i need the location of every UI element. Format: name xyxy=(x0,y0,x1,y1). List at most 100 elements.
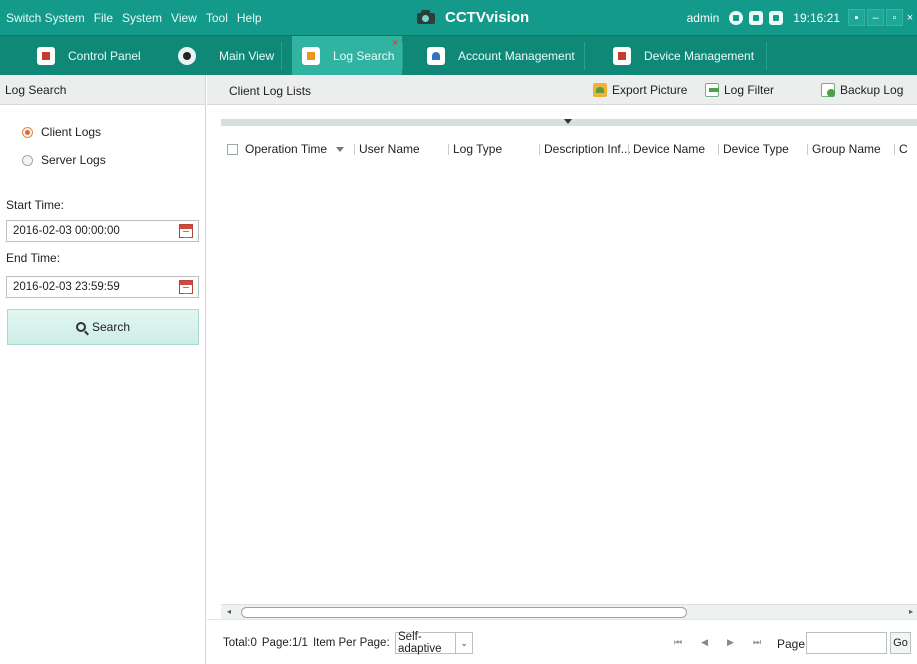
end-time-label: End Time: xyxy=(6,251,61,265)
calendar-icon xyxy=(769,10,784,25)
device-icon xyxy=(613,47,631,65)
tab-label: Main View xyxy=(219,49,275,63)
horizontal-scrollbar[interactable]: ◂ ▸ xyxy=(221,604,917,619)
client-logs-option[interactable]: Client Logs xyxy=(22,125,101,139)
filter-icon xyxy=(705,83,719,97)
export-picture-button[interactable]: Export Picture xyxy=(593,82,687,98)
start-time-value: 2016-02-03 00:00:00 xyxy=(13,225,120,237)
search-button[interactable]: Search xyxy=(7,309,199,345)
items-per-page-value: Self-adaptive xyxy=(396,631,457,655)
menu-help[interactable]: Help xyxy=(237,11,262,25)
page-label: Page xyxy=(777,637,806,651)
tab-label: Log Search xyxy=(333,49,395,63)
page-indicator: Page:1/1 xyxy=(261,637,308,649)
menu-bar: Switch System File System View Tool Help xyxy=(0,0,264,35)
menu-file[interactable]: File xyxy=(94,11,113,25)
title-bar: Switch System File System View Tool Help… xyxy=(0,0,917,35)
collapse-arrow-icon[interactable] xyxy=(564,119,572,124)
log-filter-button[interactable]: Log Filter xyxy=(705,82,774,98)
column-description[interactable]: Description Inf... xyxy=(539,142,631,156)
network-icon xyxy=(729,10,744,25)
calendar-icon[interactable] xyxy=(179,224,193,238)
close-button[interactable]: × xyxy=(905,9,915,26)
camera-logo-icon xyxy=(415,9,437,26)
option-label: Server Logs xyxy=(41,153,106,167)
filter-label: Log Filter xyxy=(724,83,775,97)
pager-controls: ⏮ ◀ ▶ ⏭ xyxy=(674,637,780,648)
brand-name: CCTVvision xyxy=(445,9,530,26)
last-page-icon[interactable]: ⏭ xyxy=(753,637,761,648)
column-log-type[interactable]: Log Type xyxy=(448,142,502,156)
server-logs-option[interactable]: Server Logs xyxy=(22,153,106,167)
module-tab-bar: Control Panel Main View Log Search × Acc… xyxy=(0,35,917,76)
status-area: admin 19:16:21 ▪ – ▫ × xyxy=(687,0,917,35)
next-page-icon[interactable]: ▶ xyxy=(727,637,734,648)
items-per-page-label: Item Per Page: xyxy=(312,637,390,649)
search-button-label: Search xyxy=(91,320,131,334)
column-user-name[interactable]: User Name xyxy=(354,142,420,156)
pagination-footer: Total:0 Page:1/1 Item Per Page: Self-ada… xyxy=(207,619,917,664)
menu-switch-system[interactable]: Switch System xyxy=(6,11,85,25)
tab-close-icon[interactable]: × xyxy=(392,38,398,49)
current-user: admin xyxy=(686,10,720,25)
backup-label: Backup Log xyxy=(840,83,904,97)
end-time-value: 2016-02-03 23:59:59 xyxy=(13,281,120,293)
tab-main-view[interactable]: Main View xyxy=(172,36,282,76)
tab-device-management[interactable]: Device Management xyxy=(596,36,766,76)
scroll-left-icon[interactable]: ◂ xyxy=(227,607,231,616)
first-page-icon[interactable]: ⏮ xyxy=(674,637,682,648)
select-all-checkbox[interactable] xyxy=(227,144,238,155)
scroll-right-icon[interactable]: ▸ xyxy=(909,607,913,616)
menu-system[interactable]: System xyxy=(122,11,162,25)
left-panel: Log Search Client Logs Server Logs Start… xyxy=(0,75,206,664)
sort-desc-icon[interactable] xyxy=(336,147,344,152)
panel-title: Log Search xyxy=(0,75,205,105)
export-label: Export Picture xyxy=(612,83,688,97)
end-time-field[interactable]: 2016-02-03 23:59:59 xyxy=(6,276,199,298)
radio-icon[interactable] xyxy=(22,154,33,166)
tab-label: Device Management xyxy=(644,49,755,63)
table-header: Operation Time User Name Log Type Descri… xyxy=(221,126,917,172)
lock-button[interactable]: ▪ xyxy=(848,9,865,26)
cpu-icon xyxy=(749,10,764,25)
start-time-label: Start Time: xyxy=(6,198,65,212)
column-device-type[interactable]: Device Type xyxy=(718,142,789,156)
calendar-icon[interactable] xyxy=(179,280,193,294)
maximize-button[interactable]: ▫ xyxy=(886,9,903,26)
column-group-name[interactable]: Group Name xyxy=(807,142,881,156)
list-title: Client Log Lists xyxy=(229,84,312,98)
main-header: Client Log Lists Export Picture Log Filt… xyxy=(207,75,917,105)
tab-log-search[interactable]: Log Search × xyxy=(292,36,402,76)
main-panel: Client Log Lists Export Picture Log Filt… xyxy=(207,75,917,664)
total-count: Total:0 xyxy=(223,637,257,649)
start-time-field[interactable]: 2016-02-03 00:00:00 xyxy=(6,220,199,242)
tab-label: Account Management xyxy=(458,49,575,63)
column-operation-time[interactable]: Operation Time xyxy=(245,142,327,156)
radio-selected-icon[interactable] xyxy=(22,126,33,138)
backup-log-button[interactable]: Backup Log xyxy=(821,82,903,98)
go-button[interactable]: Go xyxy=(890,632,911,654)
chevron-down-icon[interactable]: ⌄ xyxy=(456,638,472,649)
page-number-input[interactable] xyxy=(806,632,887,654)
items-per-page-select[interactable]: Self-adaptive ⌄ xyxy=(395,631,473,655)
prev-page-icon[interactable]: ◀ xyxy=(701,637,708,648)
menu-view[interactable]: View xyxy=(171,11,197,25)
column-truncated[interactable]: C xyxy=(894,142,908,156)
camera-icon xyxy=(178,47,196,65)
tab-label: Control Panel xyxy=(68,49,141,63)
backup-icon xyxy=(821,83,835,97)
home-icon xyxy=(37,47,55,65)
picture-icon xyxy=(593,83,607,97)
scroll-thumb[interactable] xyxy=(241,607,687,618)
menu-tool[interactable]: Tool xyxy=(206,11,228,25)
user-icon xyxy=(427,47,445,65)
lock-icon: ▪ xyxy=(854,11,859,24)
minimize-button[interactable]: – xyxy=(867,9,884,26)
column-device-name[interactable]: Device Name xyxy=(628,142,705,156)
brand: CCTVvision xyxy=(415,0,529,35)
tab-control-panel[interactable]: Control Panel xyxy=(12,36,162,76)
search-icon xyxy=(75,322,86,332)
option-label: Client Logs xyxy=(41,125,102,139)
tab-account-management[interactable]: Account Management xyxy=(414,36,584,76)
log-list-icon xyxy=(302,47,320,65)
